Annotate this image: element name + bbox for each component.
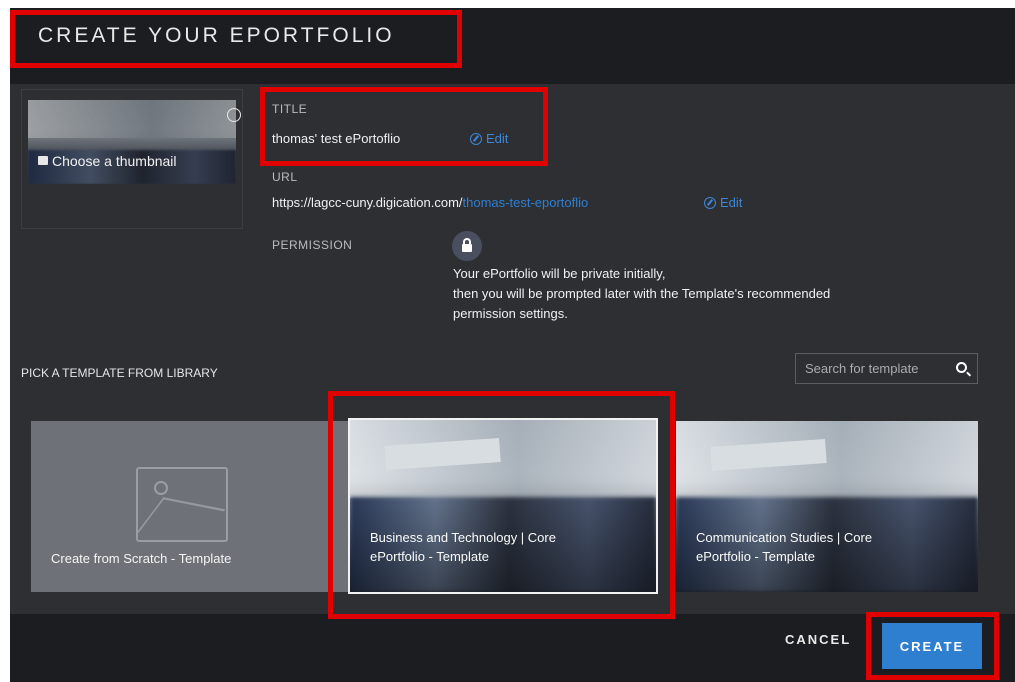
highlight-box-title [10, 10, 462, 68]
template-card-communication-studies[interactable]: Communication Studies | Core ePortfolio … [676, 421, 978, 592]
url-label: URL [272, 170, 298, 184]
permission-label: PERMISSION [272, 238, 353, 252]
edit-url-label: Edit [720, 195, 743, 210]
edit-thumbnail-icon[interactable] [227, 108, 241, 122]
cancel-button[interactable]: CANCEL [785, 632, 851, 647]
template-card-scratch[interactable]: Create from Scratch - Template [31, 421, 351, 592]
image-icon [38, 156, 48, 165]
template-name: Communication Studies | Core ePortfolio … [696, 530, 873, 564]
template-library-label: PICK A TEMPLATE FROM LIBRARY [21, 366, 218, 380]
edit-url-link[interactable]: Edit [704, 195, 742, 210]
thumbnail-picker[interactable]: Choose a thumbnail [21, 89, 243, 229]
modal-footer [10, 614, 1015, 682]
url-base: https://lagcc-cuny.digication.com/ [272, 195, 463, 210]
choose-thumbnail-label: Choose a thumbnail [52, 153, 177, 169]
edit-icon [704, 196, 716, 209]
highlight-box-title-field [260, 87, 548, 166]
highlight-box-create [866, 612, 999, 680]
template-search-input[interactable] [796, 361, 946, 376]
url-value: https://lagcc-cuny.digication.com/thomas… [272, 195, 588, 210]
url-slug: thomas-test-eportoflio [462, 195, 589, 210]
search-icon[interactable] [956, 362, 967, 373]
image-placeholder-icon [136, 467, 228, 545]
permission-description: Your ePortfolio will be private initiall… [453, 266, 831, 321]
template-search[interactable] [795, 353, 978, 384]
template-name: Create from Scratch - Template [51, 551, 232, 566]
lock-icon [452, 231, 482, 261]
highlight-box-template [328, 391, 675, 619]
